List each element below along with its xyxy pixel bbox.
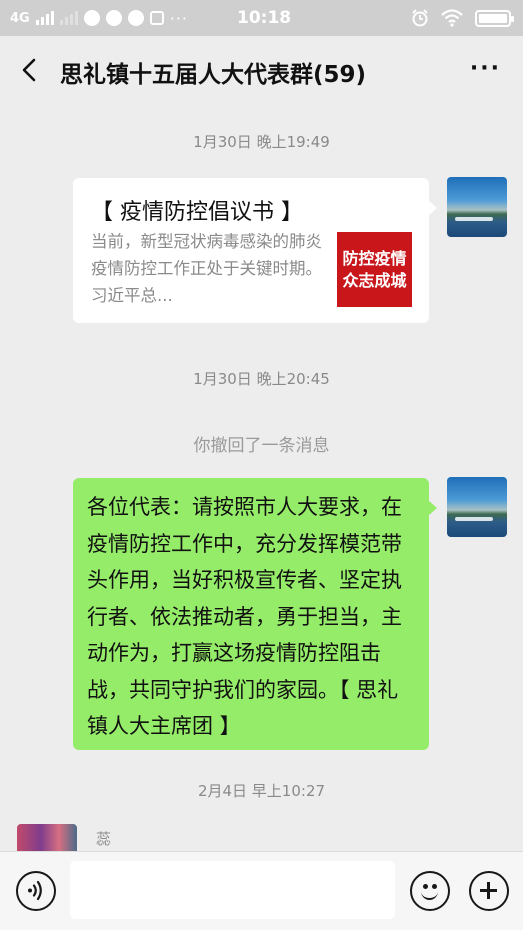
sender-avatar[interactable] <box>17 824 77 854</box>
plus-icon[interactable] <box>469 871 509 911</box>
timestamp: 2月4日 早上10:27 <box>197 782 326 800</box>
article-description: 当前，新型冠状病毒感染的肺炎疫情防控工作正处于关键时期。习近平总... <box>91 232 322 305</box>
article-thumbnail: 防控疫情 众志成城 <box>337 232 412 307</box>
wechat-notification-icon <box>105 10 122 26</box>
timestamp: 1月30日 晚上20:45 <box>193 370 330 388</box>
voice-icon <box>28 880 42 901</box>
thumbnail-line: 众志成城 <box>342 270 407 290</box>
status-bar: 4G ··· 10:18 <box>0 0 523 36</box>
status-left: 4G ··· <box>10 9 188 28</box>
back-arrow-icon[interactable] <box>16 56 44 84</box>
input-bar <box>0 851 523 930</box>
qq-notification-icon <box>127 10 144 26</box>
recall-notice: 你撤回了一条消息 <box>193 436 330 456</box>
chat-header: 思礼镇十五届人大代表群(59) ··· <box>0 36 523 104</box>
text-message-bubble[interactable]: 各位代表：请按照市人大要求，在疫情防控工作中，充分发挥模范带头作用，当好积极宣传… <box>73 478 437 750</box>
signal-icon <box>35 11 54 25</box>
status-right <box>411 9 514 27</box>
network-type: 4G <box>10 10 30 26</box>
article-card[interactable]: 【 疫情防控倡议书 】 当前，新型冠状病毒感染的肺炎疫情防控工作正处于关键时期。… <box>73 178 437 323</box>
signal-2-icon <box>59 11 78 25</box>
wifi-icon <box>441 9 463 27</box>
emoji-icon <box>423 884 428 889</box>
emoji-mouth <box>421 890 438 900</box>
app-notification-icon <box>83 10 100 26</box>
app-square-icon <box>149 11 164 25</box>
sender-name: 蕊 <box>96 830 112 848</box>
timestamp: 1月30日 晚上19:49 <box>193 133 330 151</box>
status-time: 10:18 <box>237 8 292 28</box>
more-options-button[interactable]: ··· <box>470 56 501 81</box>
alarm-icon <box>412 9 428 27</box>
emoji-eye <box>432 884 437 889</box>
self-avatar[interactable] <box>447 477 507 537</box>
chat-title: 思礼镇十五届人大代表群(59) <box>60 62 367 88</box>
article-title: 【 疫情防控倡议书 】 <box>91 200 303 225</box>
status-more: ··· <box>169 8 188 28</box>
emoji-button[interactable] <box>410 871 450 911</box>
voice-button[interactable] <box>16 871 56 911</box>
battery-icon <box>475 9 514 27</box>
self-avatar[interactable] <box>447 177 507 237</box>
message-input[interactable] <box>70 861 395 919</box>
thumbnail-line: 防控疫情 <box>342 248 407 268</box>
